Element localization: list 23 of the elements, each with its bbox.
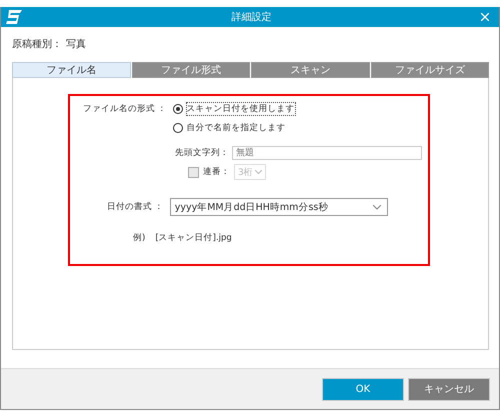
prefix-label: 先頭文字列： bbox=[175, 147, 229, 159]
cancel-button[interactable]: キャンセル bbox=[408, 378, 490, 400]
close-icon[interactable] bbox=[481, 13, 489, 21]
date-format-dropdown[interactable]: yyyy年MM月dd日HH時mm分ss秒 bbox=[170, 198, 388, 216]
tab[interactable]: スキャン bbox=[251, 62, 370, 78]
document-type-label: 原稿種別： bbox=[12, 38, 62, 52]
radio-option[interactable]: 自分で名前を指定します bbox=[172, 122, 295, 134]
serial-label: 連番： bbox=[203, 166, 230, 178]
chevron-down-icon bbox=[372, 204, 381, 210]
prefix-field[interactable]: 無題 bbox=[232, 146, 422, 160]
app-logo-icon bbox=[6, 10, 22, 24]
ok-button[interactable]: OK bbox=[322, 378, 404, 400]
file-name-format-label: ファイル名の形式 ： bbox=[83, 103, 167, 116]
tab[interactable]: ファイル形式 bbox=[132, 62, 250, 78]
example-value: [スキャン日付].jpg bbox=[155, 232, 232, 244]
date-format-label: 日付の書式 ： bbox=[107, 201, 164, 213]
document-type-value: 写真 bbox=[66, 38, 86, 52]
tab[interactable]: ファイル名 bbox=[12, 62, 130, 78]
tab[interactable]: ファイルサイズ bbox=[370, 62, 489, 78]
example-label: 例) bbox=[133, 232, 146, 244]
radio-option[interactable]: スキャン日付を使用します bbox=[172, 103, 295, 115]
chevron-down-icon bbox=[254, 170, 262, 174]
window-title: 詳細設定 bbox=[230, 10, 272, 24]
